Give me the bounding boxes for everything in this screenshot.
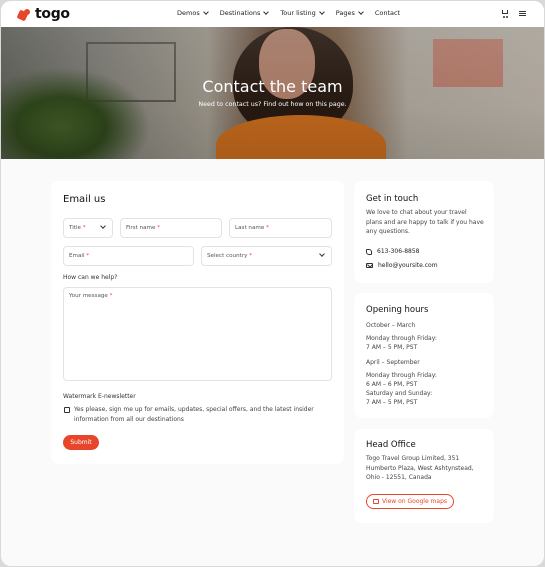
newsletter-checkbox[interactable] (64, 407, 70, 413)
logo-mark-icon (18, 8, 32, 20)
hero-subtitle: Need to contact us? Find out how on this… (198, 101, 347, 108)
opening-hours-title: Opening hours (366, 305, 429, 315)
nav-label: Contact (374, 9, 401, 17)
map-icon (372, 499, 379, 504)
field-label: Title (69, 225, 81, 231)
logo[interactable]: togo (18, 6, 70, 22)
cart-wheel (503, 15, 505, 18)
get-in-touch-card: Get in touch We love to chat about your … (354, 181, 494, 283)
required-mark: * (266, 225, 269, 231)
page-frame: togo Demos Destinations Tour listing Pag… (1, 1, 544, 566)
title-select[interactable]: Title * (63, 218, 113, 238)
first-name-field[interactable]: First name * (120, 218, 222, 238)
field-label: Select country (207, 253, 248, 259)
nav-label: Destinations (219, 9, 261, 17)
phone-number: 613-306-8858 (377, 248, 420, 255)
cart-icon[interactable] (501, 9, 509, 18)
nav-label: Demos (177, 9, 200, 17)
textarea-placeholder: Your message (69, 293, 108, 299)
message-textarea[interactable]: Your message * (63, 287, 332, 381)
get-in-touch-title: Get in touch (366, 194, 419, 204)
chevron-down-icon (100, 223, 106, 229)
nav-item-tour-listing[interactable]: Tour listing (280, 9, 325, 17)
field-label: First name (126, 225, 156, 231)
mail-icon (366, 263, 373, 268)
email-row[interactable]: hello@yoursite.com (366, 262, 438, 269)
nav-label: Tour listing (280, 9, 316, 17)
nav-item-destinations[interactable]: Destinations (219, 9, 270, 17)
season-1-line-2: 7 AM – 5 PM, PST (366, 344, 418, 351)
chevron-down-icon (202, 9, 209, 15)
nav-item-contact[interactable]: Contact (375, 9, 400, 17)
chevron-down-icon (318, 9, 325, 15)
cart-wheel (506, 15, 508, 18)
required-mark: * (249, 253, 253, 259)
view-map-button[interactable]: View on Google maps (366, 494, 454, 509)
required-mark: * (82, 225, 86, 231)
logo-text: togo (35, 6, 70, 22)
cart-body (502, 10, 508, 14)
season-2-title: April – September (366, 359, 420, 366)
chevron-down-icon (263, 9, 270, 15)
newsletter-text: Yes please, sign me up for emails, updat… (74, 406, 314, 423)
get-in-touch-text: We love to chat about your travel plans … (366, 209, 484, 235)
season-1-title: October – March (366, 322, 416, 329)
required-mark: * (86, 253, 90, 259)
field-label: Email (69, 253, 85, 259)
phone-row[interactable]: 613-306-8858 (366, 248, 420, 255)
main-nav: Demos Destinations Tour listing Pages Co… (177, 9, 400, 17)
hero-banner: Contact the team Need to contact us? Fin… (1, 27, 544, 159)
site-header: togo Demos Destinations Tour listing Pag… (1, 1, 544, 27)
chevron-down-icon (357, 9, 364, 15)
nav-item-pages[interactable]: Pages (335, 9, 364, 17)
map-button-label: View on Google maps (381, 498, 448, 505)
email-field[interactable]: Email * (63, 246, 194, 266)
head-office-title: Head Office (366, 440, 416, 450)
chevron-down-icon (319, 251, 325, 257)
hero-title: Contact the team (202, 77, 343, 96)
field-label: Last name (235, 225, 265, 231)
menu-icon[interactable] (519, 11, 526, 16)
newsletter-label: Watermark E-newsletter (63, 393, 136, 400)
nav-item-demos[interactable]: Demos (177, 9, 209, 17)
email-address: hello@yoursite.com (378, 262, 438, 269)
nav-label: Pages (335, 9, 355, 17)
submit-button[interactable]: Submit (63, 435, 99, 450)
form-title: Email us (63, 194, 106, 205)
country-select[interactable]: Select country * (201, 246, 332, 266)
head-office-address: Togo Travel Group Limited, 351 Humberto … (366, 455, 474, 481)
phone-icon (366, 248, 372, 255)
email-form-card: Email us Title * First name * Last name … (51, 181, 344, 464)
help-label: How can we help? (63, 274, 118, 281)
season-2-line-4: 7 AM – 5 PM, PST (366, 399, 418, 406)
last-name-field[interactable]: Last name * (229, 218, 332, 238)
required-mark: * (109, 293, 113, 299)
head-office-card: Head Office Togo Travel Group Limited, 3… (354, 429, 494, 523)
opening-hours-card: Opening hours October – March Monday thr… (354, 293, 494, 418)
required-mark: * (157, 225, 160, 231)
